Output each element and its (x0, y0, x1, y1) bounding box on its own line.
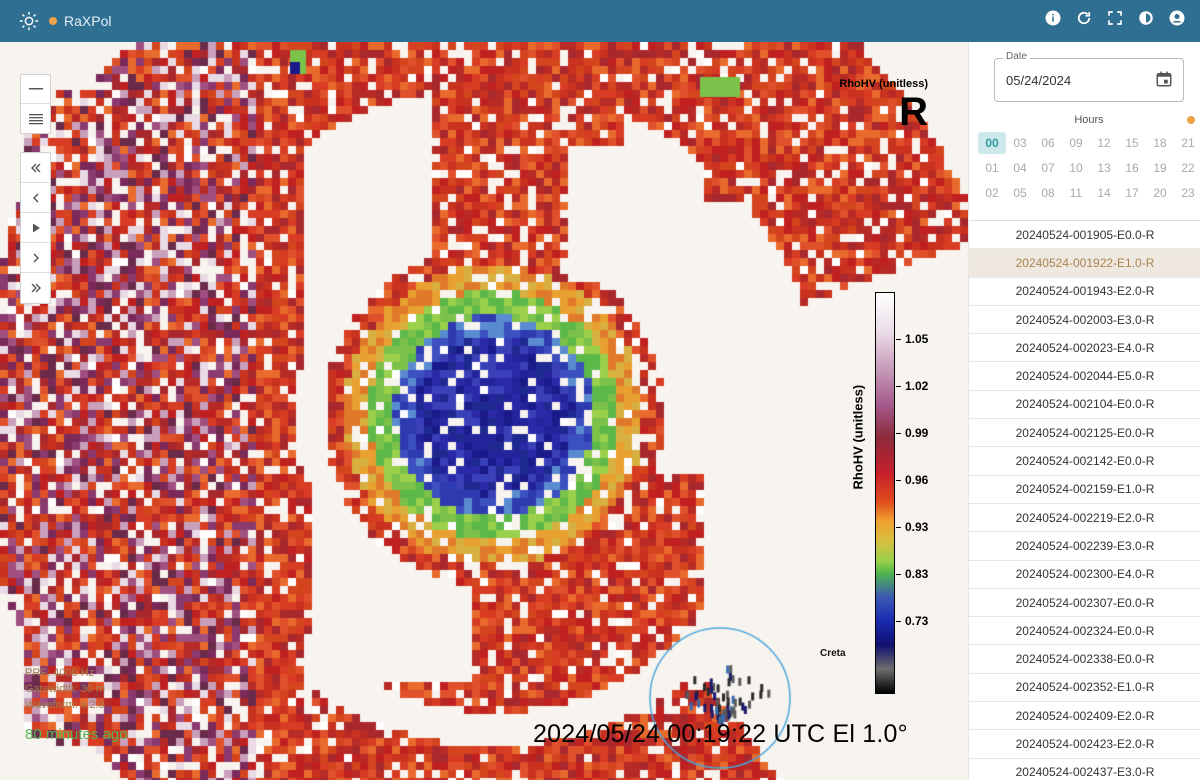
colorbar-tick: 1.05 (896, 332, 928, 346)
radar-site-label: Creta (820, 648, 846, 659)
colorbar-tick: 0.96 (896, 473, 928, 487)
gatewidth-text: Gatewidth: 30 m (25, 683, 106, 695)
hour-button-23[interactable]: 23 (1174, 182, 1200, 204)
date-value[interactable]: 05/24/2024 (1006, 73, 1071, 88)
scan-timestamp: 2024/05/24 00:19:22 UTC El 1.0° (533, 720, 908, 748)
hour-button-04[interactable]: 04 (1006, 157, 1034, 179)
colorbar-tick: 0.99 (896, 426, 928, 440)
colorbar-tick: 0.83 (896, 567, 928, 581)
file-list-item[interactable]: 20240524-002300-E4.0-R (969, 561, 1200, 589)
prf-text: PRF: 4000 Hz (25, 667, 95, 679)
fullscreen-icon[interactable] (1106, 9, 1124, 27)
info-icon[interactable] (1044, 9, 1062, 27)
zoom-in-button[interactable] (21, 75, 50, 104)
file-list-item[interactable]: 20240524-002003-E3.0-R (969, 306, 1200, 335)
file-list-item[interactable]: 20240524-002219-E2.0-R (969, 504, 1200, 533)
hours-title: Hours (1074, 114, 1104, 126)
file-list-item[interactable]: 20240524-002409-E2.0-R (969, 702, 1200, 731)
hour-button-13[interactable]: 13 (1090, 157, 1118, 179)
radar-image[interactable] (0, 42, 968, 780)
file-list-item[interactable]: 20240524-002239-E3.0-R (969, 532, 1200, 561)
hour-button-05[interactable]: 05 (1006, 182, 1034, 204)
status-dot (49, 17, 57, 25)
file-list-item[interactable]: 20240524-002125-E0.0-R (969, 419, 1200, 448)
date-label: Date (1003, 51, 1031, 62)
product-symbol: R (899, 90, 928, 134)
hours-grid: 00 03 06 09 12 15 18 21 01 04 07 10 13 16 19 22 02 05 08 11… (978, 132, 1200, 204)
file-list-item[interactable]: 20240524-002159-E1.0-R (969, 476, 1200, 504)
hour-button-17[interactable]: 17 (1118, 182, 1146, 204)
account-icon[interactable] (1168, 9, 1186, 27)
file-list-item[interactable]: 20240524-002324-E0.0-R (969, 617, 1200, 646)
file-list: 20240524-001905-E0.0-R 20240524-001922-E1… (969, 220, 1200, 780)
hour-button-02[interactable]: 02 (978, 182, 1006, 204)
product-label: RhoHV (unitless) R (839, 78, 928, 132)
data-age: 80 minutes ago (25, 726, 128, 743)
hour-button-20[interactable]: 20 (1146, 182, 1174, 204)
next-frame-button[interactable] (21, 243, 50, 273)
date-picker[interactable]: Date 05/24/2024 (994, 51, 1184, 102)
hour-button-07[interactable]: 07 (1034, 157, 1062, 179)
hour-button-16[interactable]: 16 (1118, 157, 1146, 179)
previous-frame-button[interactable] (21, 183, 50, 213)
hours-status-dot (1187, 116, 1195, 124)
file-list-item[interactable]: 20240524-001943-E2.0-R (969, 278, 1200, 306)
file-list-item[interactable]: 20240524-001922-E1.0-R (969, 249, 1200, 278)
file-list-item[interactable]: 20240524-002142-E0.0-R (969, 447, 1200, 476)
hour-button-03[interactable]: 03 (1006, 132, 1034, 154)
hour-button-06[interactable]: 06 (1034, 132, 1062, 154)
scan-metadata: PRF: 4000 Hz Gatewidth: 30 m Waveform: s… (25, 665, 105, 713)
hour-button-18[interactable]: 18 (1146, 132, 1174, 154)
zoom-out-button[interactable] (21, 104, 50, 133)
app-title: RaXPol (64, 13, 112, 29)
file-list-item[interactable]: 20240524-002437-E3.0-R (969, 759, 1200, 780)
last-frame-button[interactable] (21, 273, 50, 303)
hour-button-11[interactable]: 11 (1062, 182, 1090, 204)
colorbar-title: RhoHV (unitless) (850, 384, 866, 490)
file-list-item[interactable]: 20240524-001905-E0.0-R (969, 221, 1200, 250)
hour-button-08[interactable]: 08 (1034, 182, 1062, 204)
colorbar-tick: 0.73 (896, 614, 928, 628)
zoom-controls (20, 74, 51, 134)
colorbar-ticks: 1.05 1.02 0.99 0.96 0.93 0.83 0.73 (896, 292, 956, 694)
radar-map[interactable]: RhoHV (unitless) R 1.05 1.02 0.99 0.96 0… (0, 42, 968, 780)
top-actions (1044, 9, 1186, 27)
file-list-item[interactable]: 20240524-002307-E0.0-R (969, 589, 1200, 618)
hour-button-09[interactable]: 09 (1062, 132, 1090, 154)
refresh-icon[interactable] (1075, 9, 1093, 27)
waveform-text: Waveform: s.2.0 (25, 699, 105, 711)
file-list-item[interactable]: 20240524-002104-E0.0-R (969, 391, 1200, 420)
hour-button-14[interactable]: 14 (1090, 182, 1118, 204)
gear-logo-icon (19, 11, 39, 31)
hour-button-12[interactable]: 12 (1090, 132, 1118, 154)
product-name: RhoHV (unitless) (839, 78, 928, 90)
file-list-item[interactable]: 20240524-002338-E0.0-R (969, 645, 1200, 674)
hour-button-10[interactable]: 10 (1062, 157, 1090, 179)
file-list-item[interactable]: 20240524-002352-E1.0-R (969, 674, 1200, 703)
file-list-item[interactable]: 20240524-002044-E5.0-R (969, 362, 1200, 391)
hour-button-15[interactable]: 15 (1118, 132, 1146, 154)
hour-button-19[interactable]: 19 (1146, 157, 1174, 179)
colorbar-tick: 0.93 (896, 520, 928, 534)
file-list-item[interactable]: 20240524-002423-E2.0-R (969, 730, 1200, 759)
calendar-icon[interactable] (1155, 70, 1173, 88)
theme-icon[interactable] (1137, 9, 1155, 27)
play-button[interactable] (21, 213, 50, 243)
playback-controls (20, 152, 51, 304)
colorbar (875, 292, 895, 694)
first-frame-button[interactable] (21, 153, 50, 183)
hour-button-22[interactable]: 22 (1174, 157, 1200, 179)
file-list-item[interactable]: 20240524-002023-E4.0-R (969, 334, 1200, 363)
hour-button-00[interactable]: 00 (978, 132, 1006, 154)
hour-button-01[interactable]: 01 (978, 157, 1006, 179)
top-bar: RaXPol (0, 0, 1200, 42)
hour-button-21[interactable]: 21 (1174, 132, 1200, 154)
file-sidebar: Date 05/24/2024 Hours 00 03 06 09 12 15 18 21 01… (968, 42, 1200, 780)
colorbar-tick: 1.02 (896, 379, 928, 393)
